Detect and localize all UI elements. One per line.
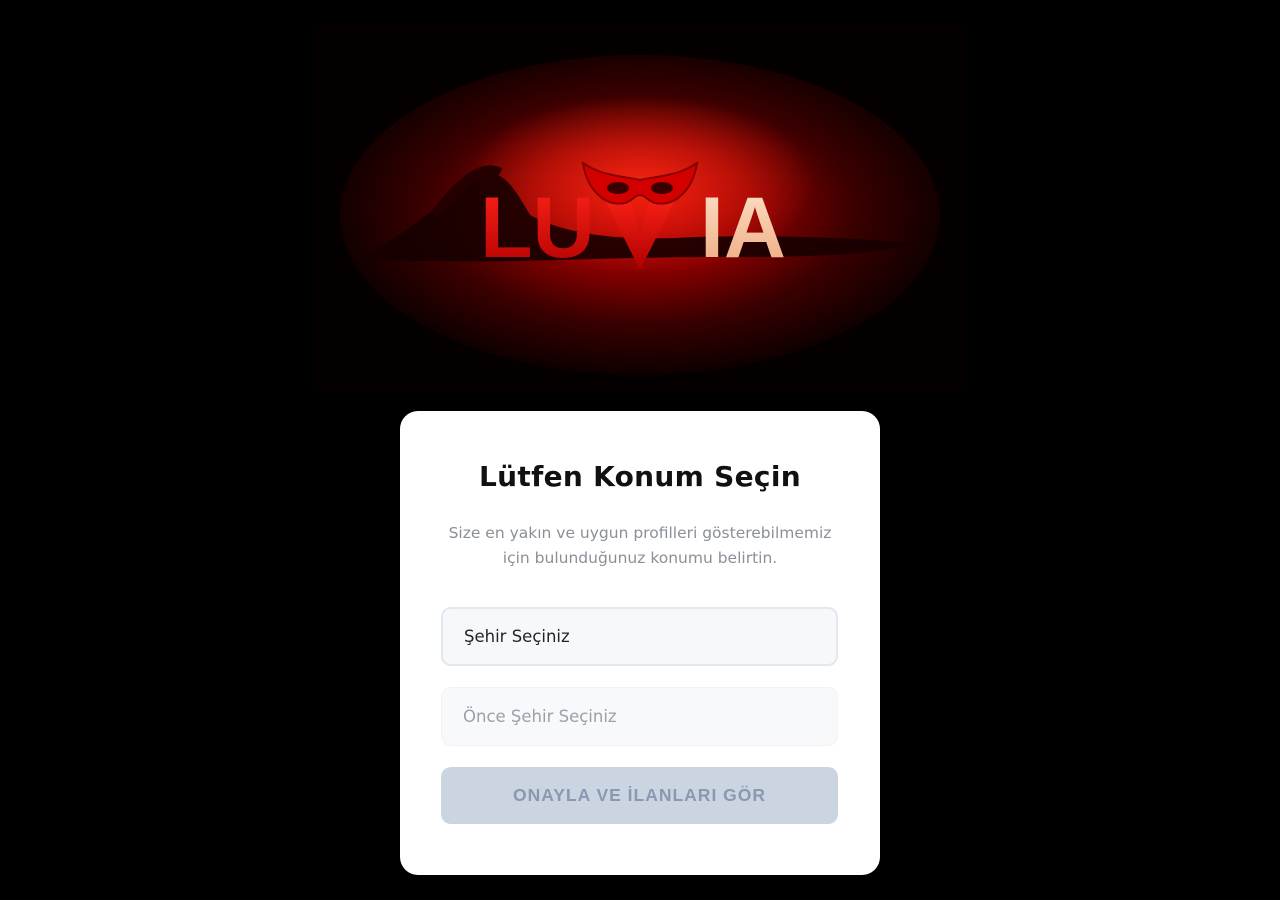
logo-text-ia: IA — [700, 180, 786, 276]
confirm-button[interactable]: ONAYLA VE İLANLARI GÖR — [441, 767, 838, 824]
district-select[interactable]: Önce Şehir Seçiniz — [441, 687, 838, 746]
district-select-placeholder: Önce Şehir Seçiniz — [463, 707, 617, 726]
city-select-value: Şehir Seçiniz — [464, 627, 570, 646]
logo-text-lu: LU — [480, 180, 595, 276]
banner-artwork: LU IA — [315, 25, 965, 390]
hero-banner: LU IA — [315, 25, 965, 390]
page-title: Lütfen Konum Seçin — [479, 460, 801, 493]
card-subtitle: Size en yakın ve uygun profilleri göster… — [448, 524, 832, 567]
confirm-button-label: ONAYLA VE İLANLARI GÖR — [512, 785, 767, 805]
city-select[interactable]: Şehir Seçiniz — [441, 607, 838, 666]
